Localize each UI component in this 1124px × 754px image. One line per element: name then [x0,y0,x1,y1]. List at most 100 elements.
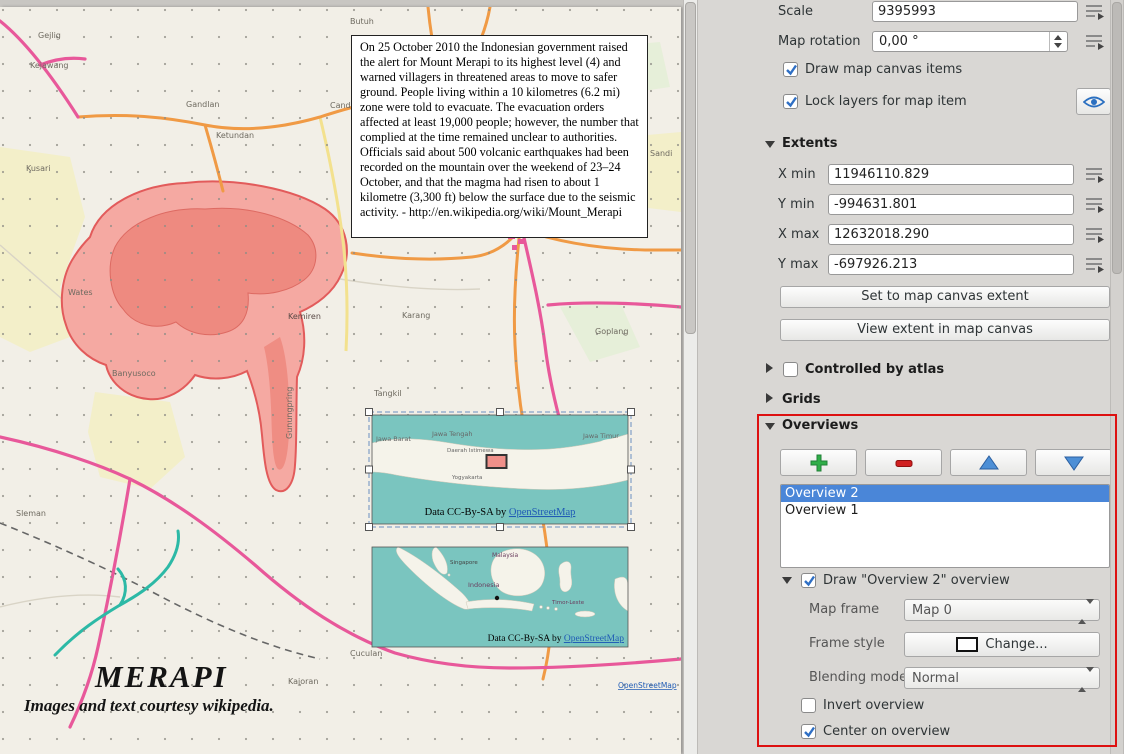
place-label: Cuculan [350,649,382,658]
map-frame-value: Map 0 [912,603,952,618]
place-label: Kemiren [288,312,321,321]
y-min-data-defined-icon[interactable] [1084,195,1108,215]
inset2-merapi-dot [495,596,499,600]
spin-up-icon[interactable] [1054,35,1062,40]
blending-mode-combobox[interactable]: Normal [904,667,1100,689]
eye-icon [1083,95,1105,109]
panel-vertical-scrollbar[interactable] [1110,0,1124,754]
map-frame-combobox[interactable]: Map 0 [904,599,1100,621]
map-rotation-spinbox[interactable]: 0,00 ° [872,31,1068,52]
map-title-label[interactable]: MERAPI [95,659,228,695]
center-on-overview-label: Center on overview [823,724,950,739]
place-label: Kejawang [30,61,69,70]
svg-text:Singapore: Singapore [450,560,478,566]
y-max-data-defined-icon[interactable] [1084,255,1108,275]
svg-text:Timor-Leste: Timor-Leste [551,600,585,606]
view-extent-in-map-canvas-button[interactable]: View extent in map canvas [780,319,1110,341]
inset2-attribution: Data CC-By-SA by OpenStreetMap [488,634,625,644]
osm-attribution-link[interactable]: OpenStreetMap [618,681,677,690]
spin-down-icon[interactable] [1054,43,1062,48]
lock-layers-checkbox[interactable] [783,94,798,109]
draw-map-canvas-items-checkbox[interactable] [783,62,798,77]
map-rotation-value: 0,00 ° [879,34,919,49]
draw-overview-collapse-icon[interactable] [782,577,792,584]
overviews-header[interactable]: Overviews [782,418,858,433]
atlas-collapse-icon[interactable] [766,363,773,373]
annotation-text-box[interactable]: On 25 October 2010 the Indonesian govern… [351,35,648,238]
rotation-data-defined-icon[interactable] [1084,32,1108,52]
x-min-data-defined-icon[interactable] [1084,165,1108,185]
move-overview-down-button[interactable] [1035,449,1112,476]
grids-collapse-icon[interactable] [766,393,773,403]
canvas-vertical-scrollbar[interactable] [683,0,698,754]
svg-text:Malaysia: Malaysia [492,552,519,559]
scale-input[interactable] [872,1,1078,22]
move-overview-up-button[interactable] [950,449,1027,476]
overview-list-item[interactable]: Overview 1 [781,502,1109,519]
overview-list-item[interactable]: Overview 2 [781,485,1109,502]
place-label: Karang [402,311,430,320]
place-label: Gejlig [38,31,61,40]
composer-canvas[interactable]: Butuh Gejlig Kejawang Gandlan Candran Ke… [0,0,683,754]
plus-icon [809,453,829,473]
overviews-collapse-icon[interactable] [765,423,775,430]
invert-overview-label: Invert overview [823,698,924,713]
svg-text:Jawa Tengah: Jawa Tengah [431,430,472,438]
layer-preview-button[interactable] [1076,88,1111,115]
svg-text:Daerah Istimewa: Daerah Istimewa [447,448,494,454]
scale-data-defined-icon[interactable] [1084,2,1108,22]
overview-map-item-1[interactable]: Jawa Barat Jawa Tengah Daerah Istimewa Y… [372,415,628,524]
grids-header[interactable]: Grids [782,392,821,407]
frame-style-label: Frame style [809,636,885,651]
svg-text:Yogyakarta: Yogyakarta [451,475,482,481]
x-max-label: X max [778,227,819,242]
controlled-by-atlas-header[interactable]: Controlled by atlas [805,362,944,377]
blending-mode-value: Normal [912,671,959,686]
inset1-madura [600,439,624,447]
invert-overview-checkbox[interactable] [801,698,816,713]
x-max-input[interactable] [828,224,1074,245]
set-to-map-canvas-extent-button[interactable]: Set to map canvas extent [780,286,1110,308]
draw-overview-label: Draw "Overview 2" overview [823,573,1010,588]
extents-collapse-icon[interactable] [765,141,775,148]
overview-map-item-2[interactable]: Singapore Malaysia Indonesia Timor-Leste… [372,547,628,647]
place-label: Sandi [650,149,672,158]
x-min-label: X min [778,167,816,182]
map-subtitle-label[interactable]: Images and text courtesy wikipedia. [24,696,274,716]
map-rotation-label: Map rotation [778,34,861,49]
panel-scrollbar-thumb[interactable] [1112,2,1122,274]
extents-header[interactable]: Extents [782,136,838,151]
canvas-scrollbar-thumb[interactable] [685,2,696,334]
minus-icon [894,453,914,473]
svg-text:Jawa Timur: Jawa Timur [582,432,619,440]
combo-arrows-icon [1078,604,1094,619]
spinner-arrows[interactable] [1049,32,1067,51]
lock-layers-label: Lock layers for map item [805,94,967,109]
remove-overview-button[interactable] [865,449,942,476]
place-label: Gandlan [186,100,219,109]
inset1-attribution: Data CC-By-SA by OpenStreetMap [425,507,576,518]
controlled-by-atlas-checkbox[interactable] [783,362,798,377]
y-max-input[interactable] [828,254,1074,275]
overviews-list[interactable]: Overview 2 Overview 1 [780,484,1110,568]
y-min-input[interactable] [828,194,1074,215]
place-label: Sleman [16,509,46,518]
place-label: Ketundan [216,131,254,140]
x-min-input[interactable] [828,164,1074,185]
inset2-osm-link: OpenStreetMap [564,634,624,644]
panel-splitter[interactable] [698,0,753,754]
arrow-up-icon [978,454,1000,472]
center-on-overview-checkbox[interactable] [801,724,816,739]
arrow-down-icon [1063,454,1085,472]
svg-text:Indonesia: Indonesia [468,581,499,589]
x-max-data-defined-icon[interactable] [1084,225,1108,245]
draw-map-canvas-items-label: Draw map canvas items [805,62,962,77]
frame-style-change-button[interactable]: Change... [904,632,1100,657]
y-max-label: Y max [778,257,818,272]
inset1-osm-link: OpenStreetMap [509,507,575,518]
blending-mode-label: Blending mode [809,670,907,685]
draw-overview-checkbox[interactable] [801,573,816,588]
add-overview-button[interactable] [780,449,857,476]
map-frame-label: Map frame [809,602,879,617]
composition-page[interactable]: Butuh Gejlig Kejawang Gandlan Candran Ke… [0,7,681,754]
